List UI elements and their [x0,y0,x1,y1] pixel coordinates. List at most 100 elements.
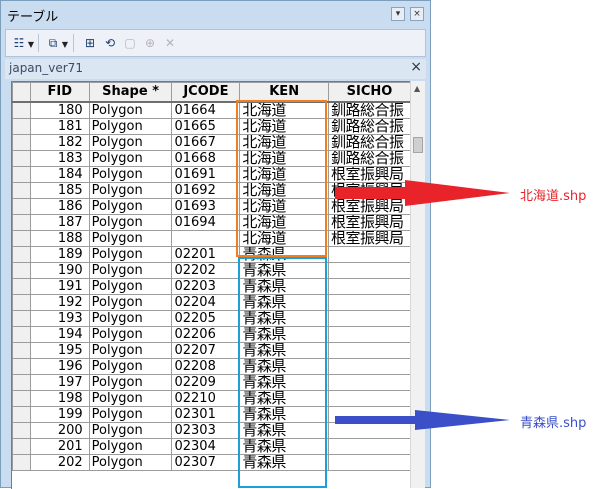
cell-fid[interactable]: 186 [29,197,90,215]
cell-shape[interactable]: Polygon [88,325,173,343]
row-selector[interactable] [12,341,31,359]
cell-shape[interactable]: Polygon [88,101,173,119]
table-row[interactable]: 187 Polygon 01694 北海道 根室振興局 [12,213,411,231]
window-close-button[interactable]: × [410,7,424,21]
table-row[interactable]: 192 Polygon 02204 青森県 [12,293,411,311]
row-selector[interactable] [12,165,31,183]
cell-jcode[interactable]: 01691 [171,165,241,183]
cell-shape[interactable]: Polygon [88,181,173,199]
cell-shape[interactable]: Polygon [88,453,173,471]
column-header-fid[interactable]: FID [29,82,90,103]
cell-fid[interactable]: 183 [29,149,90,167]
table-row[interactable]: 202 Polygon 02307 青森県 [12,453,411,471]
cell-sicho[interactable] [327,389,411,407]
table-row[interactable]: 191 Polygon 02203 青森県 [12,277,411,295]
cell-sicho[interactable] [327,437,411,455]
cell-jcode[interactable]: 01694 [171,213,241,231]
cell-sicho[interactable] [327,261,411,279]
cell-jcode[interactable]: 02304 [171,437,241,455]
cell-fid[interactable]: 192 [29,293,90,311]
cell-jcode[interactable]: 01667 [171,133,241,151]
cell-jcode[interactable]: 02206 [171,325,241,343]
cell-sicho[interactable] [327,293,411,311]
title-bar[interactable]: テーブル ▾ × [1,1,430,27]
row-selector[interactable] [12,309,31,327]
cell-shape[interactable]: Polygon [88,293,173,311]
cell-fid[interactable]: 190 [29,261,90,279]
column-header-ken[interactable]: KEN [239,82,329,103]
header-selector[interactable] [12,82,31,103]
cell-fid[interactable]: 187 [29,213,90,231]
cell-sicho[interactable] [327,373,411,391]
cell-fid[interactable]: 181 [29,117,90,135]
cell-jcode[interactable]: 02307 [171,453,241,471]
table-options-dropdown[interactable]: ▼ [27,35,35,51]
cell-sicho[interactable]: 釧路総合振 [327,133,411,151]
cell-jcode[interactable]: 01668 [171,149,241,167]
cell-sicho[interactable]: 根室振興局 [327,229,411,247]
cell-sicho[interactable] [327,341,411,359]
cell-jcode[interactable]: 02208 [171,357,241,375]
cell-fid[interactable]: 188 [29,229,90,247]
row-selector[interactable] [12,133,31,151]
row-selector[interactable] [12,357,31,375]
cell-jcode[interactable]: 02301 [171,405,241,423]
table-row[interactable]: 182 Polygon 01667 北海道 釧路総合振 [12,133,411,151]
cell-fid[interactable]: 200 [29,421,90,439]
cell-sicho[interactable]: 釧路総合振 [327,117,411,135]
cell-sicho[interactable]: 釧路総合振 [327,101,411,119]
row-selector[interactable] [12,453,31,471]
cell-shape[interactable]: Polygon [88,357,173,375]
cell-sicho[interactable] [327,277,411,295]
cell-shape[interactable]: Polygon [88,341,173,359]
cell-shape[interactable]: Polygon [88,261,173,279]
delete-selected-icon[interactable]: ✕ [162,35,178,51]
cell-fid[interactable]: 182 [29,133,90,151]
cell-fid[interactable]: 201 [29,437,90,455]
cell-fid[interactable]: 196 [29,357,90,375]
cell-jcode[interactable]: 02210 [171,389,241,407]
cell-jcode[interactable]: 01665 [171,117,241,135]
row-selector[interactable] [12,213,31,231]
row-selector[interactable] [12,437,31,455]
row-selector[interactable] [12,373,31,391]
table-row[interactable]: 189 Polygon 02201 青森県 [12,245,411,263]
row-selector[interactable] [12,277,31,295]
cell-shape[interactable]: Polygon [88,437,173,455]
clear-selection-icon[interactable]: ▢ [122,35,138,51]
cell-fid[interactable]: 191 [29,277,90,295]
cell-fid[interactable]: 185 [29,181,90,199]
cell-fid[interactable]: 194 [29,325,90,343]
cell-sicho[interactable] [327,325,411,343]
table-row[interactable]: 193 Polygon 02205 青森県 [12,309,411,327]
tab-japan-ver71[interactable]: japan_ver71 [9,61,83,75]
cell-shape[interactable]: Polygon [88,373,173,391]
cell-jcode[interactable] [171,229,241,247]
cell-sicho[interactable] [327,453,411,471]
cell-jcode[interactable]: 02203 [171,277,241,295]
cell-jcode[interactable]: 02209 [171,373,241,391]
cell-shape[interactable]: Polygon [88,245,173,263]
cell-shape[interactable]: Polygon [88,309,173,327]
row-selector[interactable] [12,101,31,119]
scrollbar-thumb[interactable] [413,137,423,153]
table-row[interactable]: 198 Polygon 02210 青森県 [12,389,411,407]
cell-fid[interactable]: 199 [29,405,90,423]
cell-jcode[interactable]: 02205 [171,309,241,327]
cell-jcode[interactable]: 02202 [171,261,241,279]
related-tables-dropdown[interactable]: ▼ [61,35,69,51]
cell-fid[interactable]: 195 [29,341,90,359]
cell-fid[interactable]: 180 [29,101,90,119]
table-row[interactable]: 197 Polygon 02209 青森県 [12,373,411,391]
cell-jcode[interactable]: 02303 [171,421,241,439]
row-selector[interactable] [12,389,31,407]
table-row[interactable]: 190 Polygon 02202 青森県 [12,261,411,279]
row-selector[interactable] [12,149,31,167]
table-row[interactable]: 188 Polygon 北海道 根室振興局 [12,229,411,247]
table-row[interactable]: 180 Polygon 01664 北海道 釧路総合振 [12,101,411,119]
cell-shape[interactable]: Polygon [88,197,173,215]
cell-shape[interactable]: Polygon [88,421,173,439]
cell-jcode[interactable]: 01692 [171,181,241,199]
table-row[interactable]: 194 Polygon 02206 青森県 [12,325,411,343]
cell-shape[interactable]: Polygon [88,133,173,151]
